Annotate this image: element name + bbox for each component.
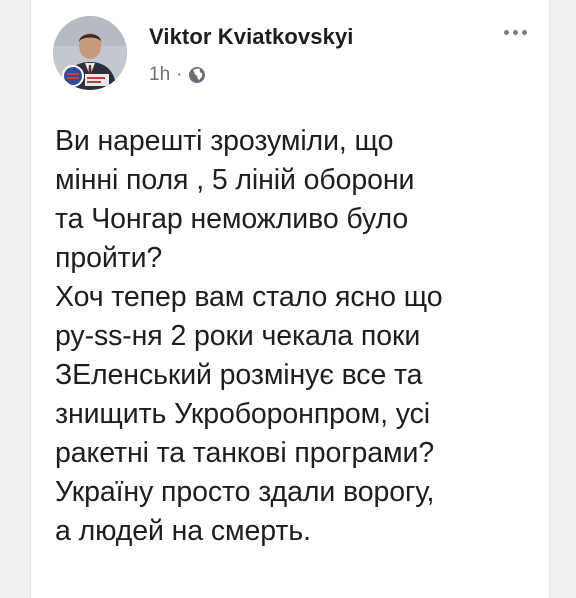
avatar-image	[53, 16, 127, 90]
more-options-icon[interactable]	[504, 22, 527, 42]
post-text: Ви нарешті зрозуміли, що мінні поля , 5 …	[55, 125, 443, 547]
post-time[interactable]: 1h	[149, 64, 170, 86]
post-card: Viktor Kviatkovskyi 1h · Ви нарешті зроз…	[30, 0, 550, 598]
post-header: Viktor Kviatkovskyi 1h ·	[53, 16, 535, 96]
author-name[interactable]: Viktor Kviatkovskyi	[149, 24, 354, 50]
avatar[interactable]	[53, 16, 127, 90]
globe-icon	[188, 66, 206, 84]
meta-separator: ·	[176, 64, 183, 85]
post-meta: 1h ·	[149, 64, 206, 86]
